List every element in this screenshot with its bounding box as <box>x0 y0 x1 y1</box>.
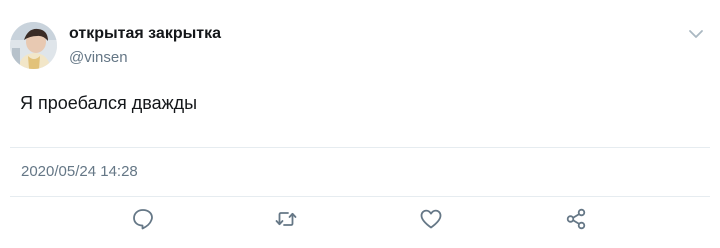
like-button[interactable] <box>418 206 444 232</box>
heart-icon <box>420 209 442 229</box>
user-handle[interactable]: @vinsen <box>69 48 128 68</box>
display-name[interactable]: открытая закрытка <box>69 24 221 44</box>
avatar[interactable] <box>10 22 57 69</box>
share-button[interactable] <box>563 206 589 232</box>
tweet-timestamp[interactable]: 2020/05/24 14:28 <box>21 162 138 182</box>
share-icon <box>566 208 586 230</box>
divider <box>10 147 710 148</box>
retweet-icon <box>275 212 297 226</box>
reply-button[interactable] <box>130 206 156 232</box>
retweet-button[interactable] <box>273 206 299 232</box>
tweet-card: открытая закрытка @vinsen Я проебался дв… <box>0 0 720 248</box>
divider <box>10 196 710 197</box>
avatar-image <box>10 22 57 69</box>
reply-icon <box>133 209 153 230</box>
chevron-down-icon[interactable] <box>686 24 706 44</box>
tweet-text: Я проебался дважды <box>20 93 198 113</box>
